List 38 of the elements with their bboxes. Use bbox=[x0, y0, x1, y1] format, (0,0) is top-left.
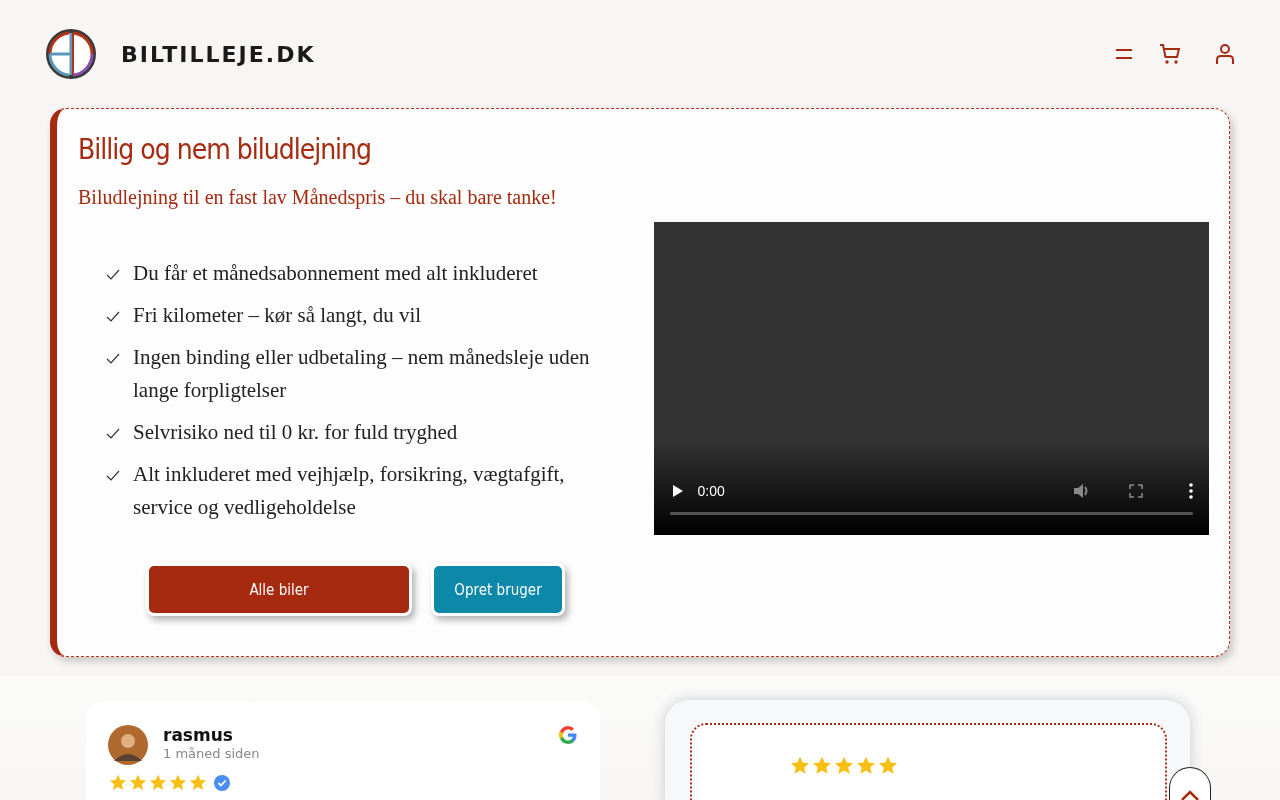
google-icon bbox=[558, 725, 578, 745]
star-icon bbox=[108, 773, 128, 793]
feature-text: Fri kilometer – kør så langt, du vil bbox=[133, 302, 422, 329]
cart-icon[interactable] bbox=[1159, 43, 1181, 65]
reviewer-name: rasmus bbox=[163, 725, 234, 745]
check-icon bbox=[106, 353, 120, 365]
star-icon bbox=[877, 755, 899, 777]
create-user-button[interactable]: Opret bruger bbox=[431, 563, 565, 616]
star-icon bbox=[789, 755, 811, 777]
feature-text: Ingen binding eller udbetaling – nem månedsleje uden lange forpligtelser bbox=[133, 344, 591, 404]
feature-text: Du får et månedsabonnement med alt inkluderet bbox=[133, 260, 538, 287]
logo-icon[interactable] bbox=[45, 28, 97, 80]
fullscreen-icon[interactable] bbox=[1129, 484, 1143, 498]
hero-subtitle: Biludlejning til en fast lav Månedspris – du skal bare tanke! bbox=[78, 186, 558, 209]
all-cars-button[interactable]: Alle biler bbox=[146, 563, 412, 616]
play-icon[interactable] bbox=[671, 484, 684, 498]
more-icon[interactable] bbox=[1189, 483, 1193, 499]
hero-title: Billig og nem biludlejning bbox=[78, 133, 373, 166]
star-icon bbox=[188, 773, 208, 793]
star-icon bbox=[811, 755, 833, 777]
check-icon bbox=[106, 428, 120, 440]
star-icon bbox=[128, 773, 148, 793]
review-time: 1 måned siden bbox=[163, 746, 260, 761]
brand-name[interactable]: BILTILLEJE.DK bbox=[121, 41, 316, 67]
check-icon bbox=[106, 470, 120, 482]
user-icon[interactable] bbox=[1215, 43, 1235, 65]
avatar bbox=[108, 725, 148, 765]
star-icon bbox=[855, 755, 877, 777]
feature-text: Selvrisiko ned til 0 kr. for fuld tryghed bbox=[133, 419, 458, 446]
star-icon bbox=[833, 755, 855, 777]
menu-icon[interactable] bbox=[1115, 48, 1133, 60]
star-icon bbox=[148, 773, 168, 793]
star-icon bbox=[168, 773, 188, 793]
feature-text: Alt inkluderet med vejhjælp, forsikring, vægtafgift, service og vedligeholdelse bbox=[133, 461, 566, 521]
video-time: 0:00 bbox=[697, 483, 726, 499]
check-icon bbox=[106, 269, 120, 281]
chevron-up-icon bbox=[1181, 790, 1199, 800]
check-icon bbox=[106, 311, 120, 323]
